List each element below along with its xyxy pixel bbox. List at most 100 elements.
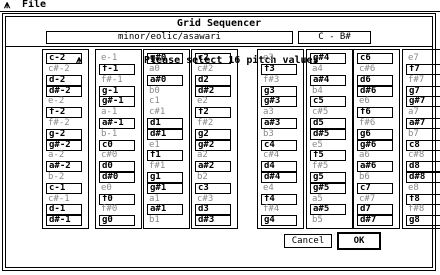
pitch-cell[interactable]: c#2 — [195, 64, 231, 75]
pitch-cell[interactable]: f7 — [406, 64, 440, 75]
pitch-cell[interactable]: g#7 — [406, 96, 440, 107]
pitch-cell[interactable]: d#3 — [195, 215, 231, 226]
pitch-cell[interactable]: f#5 — [310, 161, 346, 172]
pitch-cell[interactable]: d-1 — [46, 204, 82, 215]
pitch-cell[interactable]: c-1 — [46, 183, 82, 194]
pitch-cell[interactable]: f#-1 — [99, 75, 135, 86]
pitch-cell[interactable]: d6 — [357, 75, 393, 86]
pitch-cell[interactable]: g#0 — [147, 53, 183, 64]
pitch-cell[interactable]: a#1 — [147, 204, 183, 215]
pitch-cell[interactable]: c6 — [357, 53, 393, 64]
pitch-cell[interactable]: e-1 — [99, 53, 135, 64]
pitch-cell[interactable]: c#4 — [261, 150, 297, 161]
pitch-cell[interactable]: a#6 — [357, 161, 393, 172]
pitch-cell[interactable]: b6 — [357, 172, 393, 183]
pitch-cell[interactable]: f1 — [147, 150, 183, 161]
pitch-cell[interactable]: g6 — [357, 129, 393, 140]
pitch-cell[interactable]: e4 — [261, 183, 297, 194]
pitch-cell[interactable]: a#7 — [406, 118, 440, 129]
pitch-cell[interactable]: b7 — [406, 129, 440, 140]
pitch-cell[interactable]: f3 — [261, 64, 297, 75]
pitch-cell[interactable]: g#1 — [147, 183, 183, 194]
pitch-cell[interactable]: d#0 — [99, 172, 135, 183]
pitch-cell[interactable]: d#-1 — [46, 215, 82, 226]
pitch-cell[interactable]: e3 — [261, 53, 297, 64]
pitch-cell[interactable]: f#7 — [406, 75, 440, 86]
pitch-cell[interactable]: c7 — [357, 183, 393, 194]
pitch-cell[interactable]: a2 — [195, 150, 231, 161]
pitch-cell[interactable]: d5 — [310, 118, 346, 129]
pitch-cell[interactable]: d0 — [99, 161, 135, 172]
pitch-cell[interactable]: a#4 — [310, 75, 346, 86]
pitch-cell[interactable]: g#5 — [310, 183, 346, 194]
pitch-cell[interactable]: a-1 — [99, 107, 135, 118]
pitch-cell[interactable]: a-2 — [46, 150, 82, 161]
pitch-cell[interactable]: c2 — [195, 53, 231, 64]
pitch-cell[interactable]: f-1 — [99, 64, 135, 75]
pitch-cell[interactable]: c#-2 — [46, 64, 82, 75]
pitch-cell[interactable]: d2 — [195, 75, 231, 86]
pitch-cell[interactable]: g#4 — [310, 53, 346, 64]
pitch-cell[interactable]: d3 — [195, 204, 231, 215]
pitch-cell[interactable]: g2 — [195, 129, 231, 140]
pitch-cell[interactable]: d-2 — [46, 75, 82, 86]
pitch-cell[interactable]: d8 — [406, 161, 440, 172]
pitch-cell[interactable]: b2 — [195, 172, 231, 183]
pitch-cell[interactable]: c#0 — [99, 150, 135, 161]
pitch-cell[interactable]: b-1 — [99, 129, 135, 140]
pitch-cell[interactable]: c1 — [147, 96, 183, 107]
pitch-cell[interactable]: g#3 — [261, 96, 297, 107]
menu-file[interactable]: File — [22, 0, 46, 10]
pitch-cell[interactable]: f-2 — [46, 107, 82, 118]
ok-button[interactable]: OK — [337, 232, 381, 250]
pitch-cell[interactable]: g-2 — [46, 129, 82, 140]
pitch-cell[interactable]: a7 — [406, 107, 440, 118]
pitch-cell[interactable]: e6 — [357, 96, 393, 107]
pitch-cell[interactable]: d#8 — [406, 172, 440, 183]
pitch-cell[interactable]: a#2 — [195, 161, 231, 172]
pitch-cell[interactable]: f#3 — [261, 75, 297, 86]
pitch-cell[interactable]: f#0 — [99, 204, 135, 215]
pitch-cell[interactable]: f#4 — [261, 204, 297, 215]
pitch-cell[interactable]: f5 — [310, 150, 346, 161]
pitch-cell[interactable]: d#1 — [147, 129, 183, 140]
pitch-cell[interactable]: f#8 — [406, 204, 440, 215]
pitch-cell[interactable]: d#5 — [310, 129, 346, 140]
pitch-cell[interactable]: g8 — [406, 215, 440, 226]
pitch-cell[interactable]: b1 — [147, 215, 183, 226]
pitch-cell[interactable]: c#1 — [147, 107, 183, 118]
pitch-cell[interactable]: c5 — [310, 96, 346, 107]
pitch-cell[interactable]: e8 — [406, 183, 440, 194]
pitch-cell[interactable]: e-2 — [46, 96, 82, 107]
pitch-cell[interactable]: f6 — [357, 107, 393, 118]
scale-field[interactable]: minor/eolic/asawari — [46, 31, 293, 44]
pitch-cell[interactable]: e0 — [99, 183, 135, 194]
pitch-cell[interactable]: c3 — [195, 183, 231, 194]
pitch-cell[interactable]: g#-1 — [99, 96, 135, 107]
pitch-cell[interactable]: e7 — [406, 53, 440, 64]
range-field[interactable]: C - B# — [298, 31, 371, 44]
pitch-cell[interactable]: f2 — [195, 107, 231, 118]
pitch-cell[interactable]: c#8 — [406, 150, 440, 161]
pitch-cell[interactable]: c#5 — [310, 107, 346, 118]
pitch-cell[interactable]: f#1 — [147, 161, 183, 172]
pitch-cell[interactable]: d#4 — [261, 172, 297, 183]
pitch-cell[interactable]: c-2 — [46, 53, 82, 64]
pitch-cell[interactable]: d7 — [357, 204, 393, 215]
pitch-cell[interactable]: a6 — [357, 150, 393, 161]
pitch-cell[interactable]: e2 — [195, 96, 231, 107]
pitch-cell[interactable]: g5 — [310, 172, 346, 183]
app-logo-icon[interactable]: ⩚ — [4, 0, 10, 12]
pitch-cell[interactable]: c#6 — [357, 64, 393, 75]
pitch-cell[interactable]: b3 — [261, 129, 297, 140]
cancel-button[interactable]: Cancel — [284, 234, 332, 248]
pitch-cell[interactable]: a#3 — [261, 118, 297, 129]
pitch-cell[interactable]: d4 — [261, 161, 297, 172]
pitch-cell[interactable]: a0 — [147, 64, 183, 75]
pitch-cell[interactable]: a#-1 — [99, 118, 135, 129]
pitch-cell[interactable]: f#2 — [195, 118, 231, 129]
pitch-cell[interactable]: a#-2 — [46, 161, 82, 172]
pitch-cell[interactable]: g1 — [147, 172, 183, 183]
pitch-cell[interactable]: g4 — [261, 215, 297, 226]
pitch-cell[interactable]: b5 — [310, 215, 346, 226]
